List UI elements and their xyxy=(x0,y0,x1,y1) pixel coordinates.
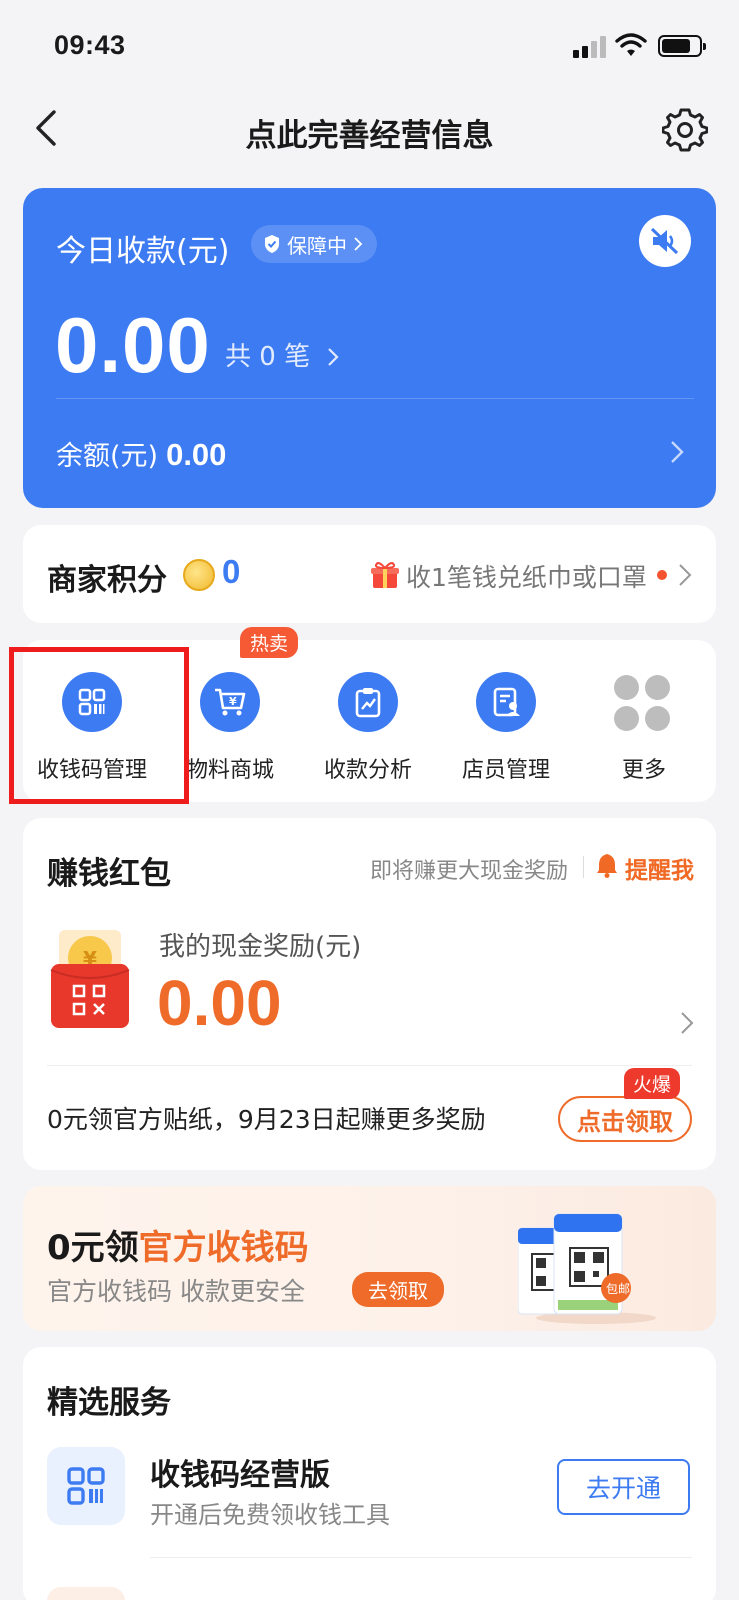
earn-hint: 即将赚更大现金奖励 xyxy=(370,859,569,884)
menu-item-more[interactable]: 更多 xyxy=(575,640,713,802)
menu-item-revenue-analysis[interactable]: 收款分析 xyxy=(299,640,437,802)
official-qr-banner[interactable]: 0元领官方收钱码 官方收钱码 收款更安全 去领取 包邮 xyxy=(23,1186,716,1331)
transaction-count[interactable]: 共 0 笔 xyxy=(225,336,340,373)
menu-item-label: 店员管理 xyxy=(461,758,550,783)
speaker-mute-icon xyxy=(650,227,679,255)
wifi-icon xyxy=(615,33,647,56)
red-packet-icon: ¥ xyxy=(50,930,130,1028)
claim-button[interactable]: 点击领取 xyxy=(558,1096,692,1142)
page-title[interactable]: 点此完善经营信息 xyxy=(0,110,739,155)
services-title: 精选服务 xyxy=(47,1385,171,1421)
gift-icon xyxy=(371,562,399,588)
chart-clipboard-icon xyxy=(338,672,398,732)
selected-services-card: 精选服务 收钱码经营版 开通后免费领收钱工具 去开通 xyxy=(23,1347,716,1600)
next-service-icon xyxy=(47,1587,125,1600)
hot-sale-badge: 热卖 xyxy=(240,627,299,658)
service-name: 收钱码经营版 xyxy=(150,1458,330,1493)
chevron-right-icon xyxy=(354,237,363,251)
banner-subtitle: 官方收钱码 收款更安全 xyxy=(47,1277,305,1306)
menu-item-label: 收款分析 xyxy=(323,758,412,783)
chevron-right-icon[interactable] xyxy=(679,1010,695,1036)
guard-label: 保障中 xyxy=(287,233,347,258)
chevron-right-icon xyxy=(679,564,692,586)
banner-title-part2: 官方收钱码 xyxy=(138,1228,309,1268)
divider xyxy=(150,1557,692,1558)
reward-value: 0.00 xyxy=(157,967,282,1039)
points-promo-text: 收1笔钱兑纸巾或口罩 xyxy=(406,563,647,592)
mute-button[interactable] xyxy=(639,215,691,267)
divider xyxy=(583,856,584,878)
coin-icon xyxy=(183,559,215,591)
hot-badge: 火爆 xyxy=(624,1068,681,1099)
transaction-count-label: 共 0 笔 xyxy=(225,342,311,372)
service-description: 开通后免费领收钱工具 xyxy=(150,1501,390,1529)
status-bar: 09:43 xyxy=(0,0,739,92)
status-time: 09:43 xyxy=(54,30,126,60)
battery-icon xyxy=(658,35,706,57)
shopping-cart-icon: ¥ xyxy=(200,672,260,732)
today-amount: 0.00 xyxy=(55,301,211,389)
earn-red-packet-card: 赚钱红包 即将赚更大现金奖励 提醒我 ¥ 我的现金奖励(元) 0.00 0元领官… xyxy=(23,818,716,1170)
balance-value: 0.00 xyxy=(166,437,227,472)
banner-title: 0元领官方收钱码 xyxy=(47,1220,309,1269)
svg-text:¥: ¥ xyxy=(229,695,237,708)
shield-icon xyxy=(265,235,279,253)
bell-icon[interactable] xyxy=(595,852,619,878)
divider xyxy=(47,1065,692,1066)
guard-badge[interactable]: 保障中 xyxy=(251,225,377,263)
more-grid-icon xyxy=(614,675,670,731)
staff-icon xyxy=(476,672,536,732)
cellular-signal-icon xyxy=(573,36,607,58)
sticker-promo-text: 0元领官方贴纸，9月23日起赚更多奖励 xyxy=(47,1105,486,1134)
activate-button[interactable]: 去开通 xyxy=(557,1459,690,1515)
highlight-frame xyxy=(9,647,189,804)
revenue-card: 今日收款(元) 保障中 0.00 共 0 笔 余额(元) 0.00 xyxy=(23,188,716,508)
remind-me-button[interactable]: 提醒我 xyxy=(625,851,694,885)
reward-label: 我的现金奖励(元) xyxy=(159,932,362,962)
qr-code-icon xyxy=(47,1447,125,1525)
banner-claim-button[interactable]: 去领取 xyxy=(352,1272,444,1307)
today-revenue-label: 今日收款(元) xyxy=(56,234,230,269)
balance-label: 余额(元) xyxy=(56,441,159,472)
menu-item-staff-management[interactable]: 店员管理 xyxy=(437,640,575,802)
gear-icon[interactable] xyxy=(662,106,708,152)
qr-stand-illustration: 包邮 xyxy=(518,1213,656,1324)
points-value: 0 xyxy=(222,553,241,590)
points-label: 商家积分 xyxy=(47,563,167,598)
divider xyxy=(56,398,694,399)
menu-item-label: 更多 xyxy=(621,758,666,783)
chevron-right-icon[interactable] xyxy=(668,438,686,466)
notification-dot xyxy=(657,570,667,580)
chevron-right-icon xyxy=(328,348,339,366)
banner-title-part1: 0元领 xyxy=(47,1228,139,1268)
svg-text:包邮: 包邮 xyxy=(606,1282,630,1296)
earn-title: 赚钱红包 xyxy=(47,856,171,892)
nav-bar: 点此完善经营信息 xyxy=(0,92,739,170)
balance-row[interactable]: 余额(元) 0.00 xyxy=(56,434,226,473)
merchant-points-card[interactable]: 商家积分 0 收1笔钱兑纸巾或口罩 xyxy=(23,525,716,623)
